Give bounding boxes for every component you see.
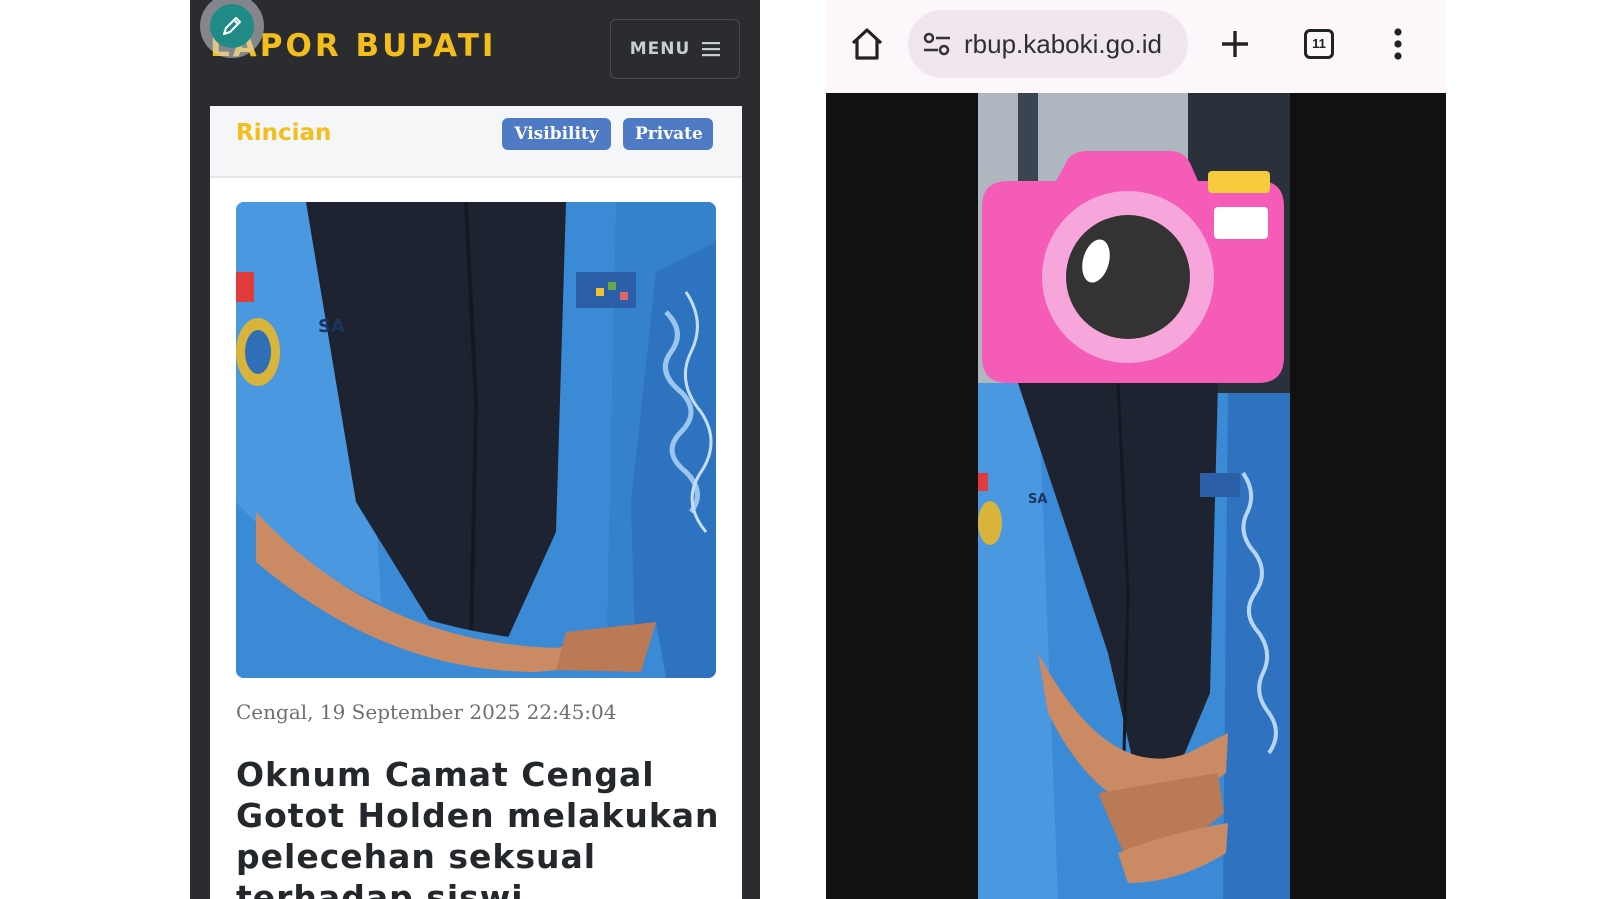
report-card: Rincian Visibility Private SA Cengal, 19… (210, 106, 742, 899)
report-headline[interactable]: Oknum Camat Cengal Gotot Holden melakuka… (236, 754, 726, 899)
site-settings-icon[interactable] (922, 31, 952, 57)
card-header: Rincian Visibility Private (210, 106, 742, 178)
browser-toolbar: rbup.kaboki.go.id 11 (826, 0, 1446, 93)
left-phone-screen: LAPOR BUPATI MENU Rincian Visibility Pri… (190, 0, 760, 899)
fullscreen-photo[interactable]: SA (978, 93, 1290, 899)
url-text[interactable]: rbup.kaboki.go.id (964, 29, 1184, 60)
hamburger-icon (702, 42, 721, 57)
svg-text:SA: SA (1028, 492, 1047, 507)
tab-count: 11 (1312, 36, 1326, 51)
menu-button[interactable]: MENU (610, 19, 740, 79)
report-date: Cengal, 19 September 2025 22:45:04 (236, 700, 617, 724)
more-options-icon[interactable] (1391, 25, 1405, 63)
camera-sticker-icon (982, 151, 1284, 383)
right-phone-screen: rbup.kaboki.go.id 11 SA (826, 0, 1446, 899)
tab-switcher-icon[interactable]: 11 (1304, 29, 1334, 59)
private-badge: Private (623, 118, 713, 150)
menu-label: MENU (629, 39, 691, 59)
svg-text:SA: SA (318, 316, 345, 337)
visibility-badge: Visibility (502, 118, 611, 150)
home-icon[interactable] (848, 25, 886, 63)
report-photo[interactable]: SA (236, 202, 716, 678)
address-bar[interactable]: rbup.kaboki.go.id (908, 10, 1188, 78)
new-tab-plus-icon[interactable] (1216, 25, 1254, 63)
section-title: Rincian (236, 120, 332, 146)
edit-icon (210, 4, 254, 48)
